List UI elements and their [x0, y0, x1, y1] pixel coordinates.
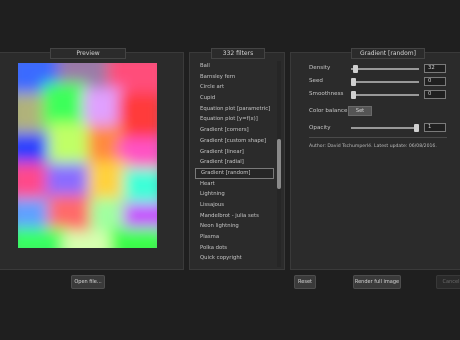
filter-list-item[interactable]: Equation plot [y=f(x)] — [195, 114, 274, 125]
filter-list-item[interactable]: Lissajous — [195, 200, 274, 211]
author-divider — [309, 137, 447, 138]
density-spinbox[interactable]: 32 — [424, 64, 446, 73]
render-full-image-button[interactable]: Render full image — [353, 275, 401, 289]
density-label: Density — [309, 65, 331, 71]
filter-list-item[interactable]: Barnsley fern — [195, 72, 274, 83]
filter-list-item[interactable]: Gradient [custom shape] — [195, 136, 274, 147]
smoothness-label: Smoothness — [309, 91, 344, 97]
color-balance-set-button[interactable]: Set — [348, 106, 372, 116]
smoothness-spinbox[interactable]: 0 — [424, 90, 446, 99]
seed-slider[interactable] — [351, 78, 419, 86]
filter-list-item[interactable]: Gradient [random] — [195, 167, 274, 179]
smoothness-slider-handle[interactable] — [351, 91, 356, 99]
filters-count-title: 332 filters — [211, 48, 265, 59]
filter-list-item[interactable]: Plasma — [195, 232, 274, 243]
filter-list-item[interactable]: Polka dots — [195, 243, 274, 254]
preview-title: Preview — [50, 48, 126, 59]
density-slider-handle[interactable] — [352, 65, 358, 73]
preview-image[interactable] — [18, 63, 157, 248]
seed-spinbox[interactable]: 0 — [424, 77, 446, 86]
filter-list-item[interactable]: Heart — [195, 179, 274, 190]
filter-scrollbar-thumb[interactable] — [277, 139, 281, 189]
params-panel: Gradient [random] Density 32 Seed 0 Smoo… — [290, 48, 460, 270]
filter-list-item[interactable]: Gradient [corners] — [195, 125, 274, 136]
filter-list-item[interactable]: Cupid — [195, 93, 274, 104]
cancel-button[interactable]: Cancel — [436, 275, 460, 289]
filter-list-item[interactable]: Equation plot [parametric] — [195, 104, 274, 115]
preview-panel: Preview — [0, 48, 184, 270]
opacity-spinbox[interactable]: 1 — [424, 123, 446, 132]
filter-list-item[interactable]: Mandelbrot - julia sets — [195, 211, 274, 222]
filter-list[interactable]: Ball Barnsley fern Circle art Cupid Equation… — [195, 61, 274, 267]
filter-list-item[interactable]: Circle art — [195, 82, 274, 93]
smoothness-slider[interactable] — [351, 91, 419, 99]
open-file-button[interactable]: Open file... — [71, 275, 105, 289]
density-slider[interactable] — [351, 65, 419, 73]
filter-list-item[interactable]: Ball — [195, 61, 274, 72]
filter-list-item[interactable]: Gradient [radial] — [195, 157, 274, 168]
opacity-label: Opacity — [309, 125, 331, 131]
filter-list-item[interactable]: Lightning — [195, 189, 274, 200]
filter-list-item[interactable]: Gradient [linear] — [195, 147, 274, 158]
params-title: Gradient [random] — [351, 48, 425, 59]
color-balance-label: Color balance — [309, 108, 348, 114]
opacity-slider-handle[interactable] — [414, 124, 419, 132]
filter-scrollbar[interactable] — [277, 61, 281, 267]
filter-list-item[interactable]: Quick copyright — [195, 253, 274, 264]
opacity-slider[interactable] — [351, 124, 419, 132]
author-note: Author: David Tschumperlé. Latest update… — [309, 144, 437, 149]
filter-list-item[interactable]: Neon lightning — [195, 221, 274, 232]
seed-slider-handle[interactable] — [351, 78, 356, 86]
seed-label: Seed — [309, 78, 323, 84]
filters-panel: 332 filters Ball Barnsley fern Circle art C… — [189, 48, 285, 270]
reset-button[interactable]: Reset — [294, 275, 316, 289]
